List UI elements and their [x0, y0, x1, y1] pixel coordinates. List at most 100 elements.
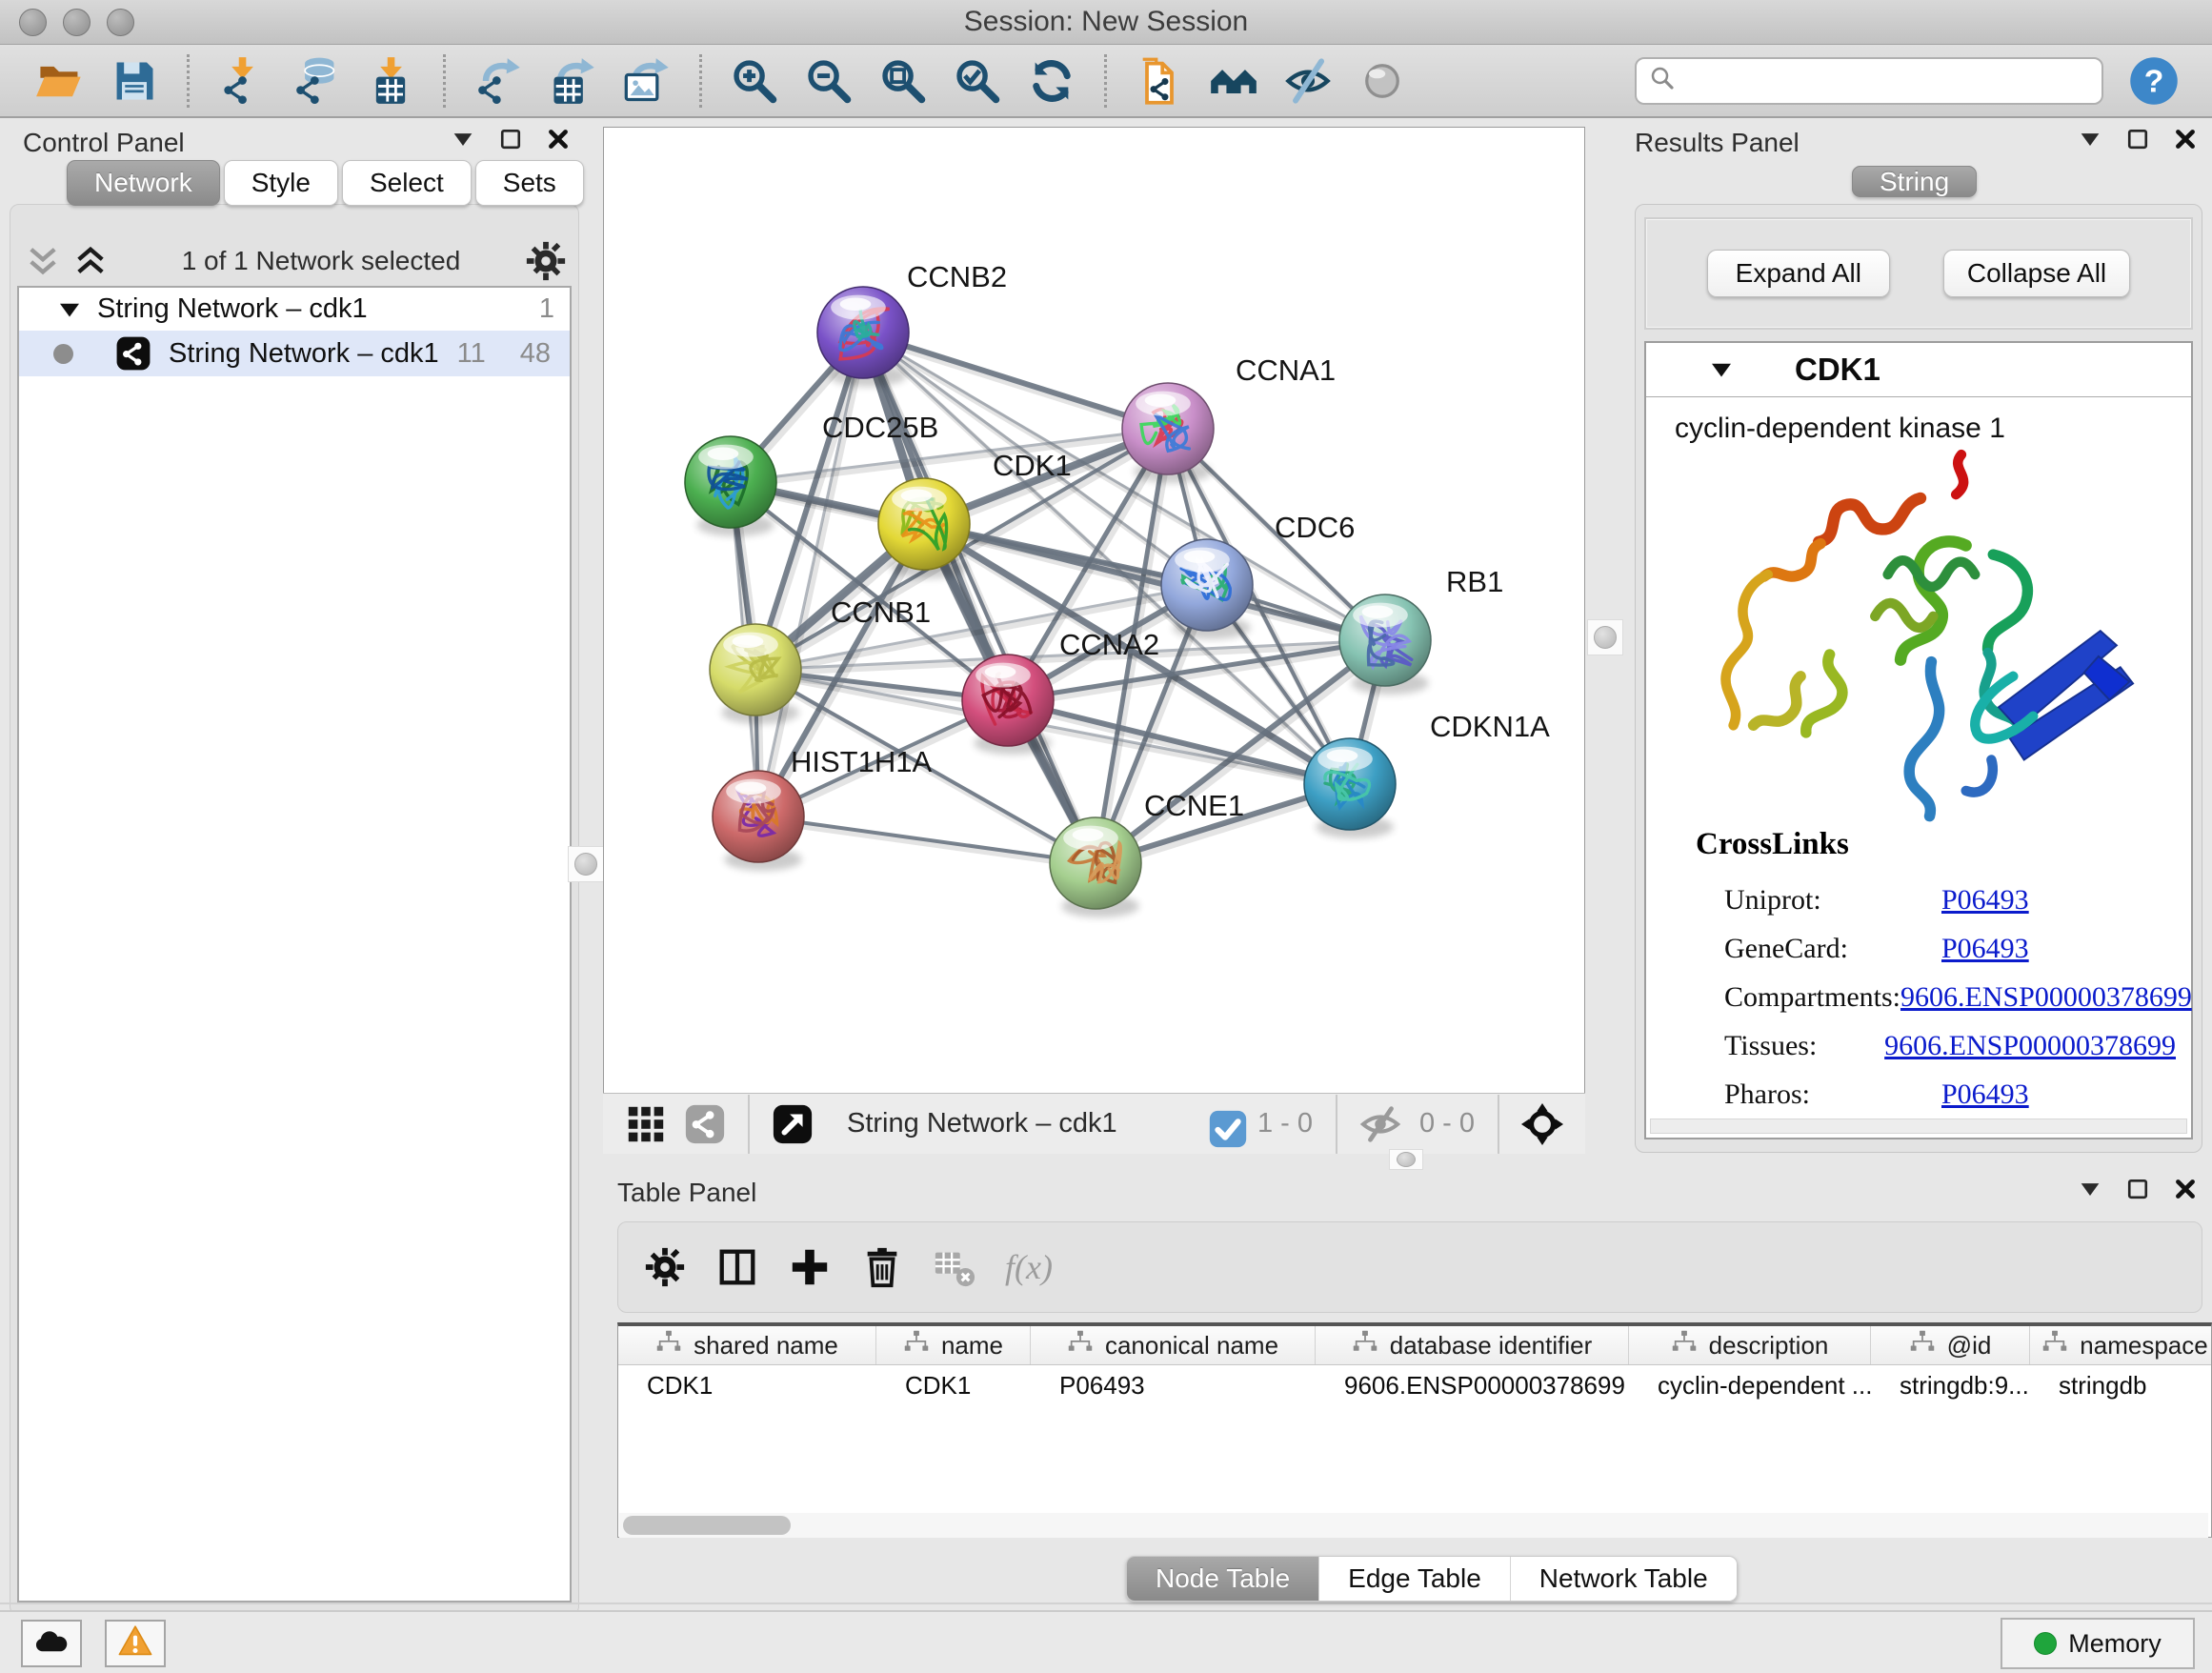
- column-header-shared-name[interactable]: shared name: [618, 1326, 876, 1364]
- import-network-file-icon[interactable]: [214, 53, 270, 109]
- table-hscroll-thumb[interactable]: [623, 1516, 791, 1535]
- table-panel-close-button[interactable]: [2172, 1176, 2199, 1209]
- save-icon[interactable]: [107, 53, 162, 109]
- network-node-CCNB2[interactable]: [817, 287, 909, 387]
- column-header-namespace[interactable]: namespace: [2030, 1326, 2212, 1364]
- results-panel-float-button[interactable]: [2124, 126, 2151, 159]
- network-node-CCNA2[interactable]: [962, 655, 1054, 755]
- protein-structure-image: [1682, 438, 2159, 829]
- warnings-button[interactable]: [105, 1620, 166, 1667]
- tab-select[interactable]: Select: [342, 160, 472, 206]
- hidden-node-edge-counts: 0 - 0: [1419, 1108, 1475, 1139]
- search-input[interactable]: [1684, 65, 2090, 96]
- zoom-out-icon[interactable]: [801, 53, 856, 109]
- table-panel-float-button[interactable]: [2124, 1176, 2151, 1209]
- export-image-icon[interactable]: [619, 53, 674, 109]
- results-panel-menu-caret[interactable]: [2077, 126, 2103, 159]
- hide-eye-icon[interactable]: [1280, 53, 1336, 109]
- close-window-button[interactable]: [19, 9, 47, 36]
- results-panel-close-button[interactable]: [2172, 126, 2199, 159]
- zoom-in-icon[interactable]: [727, 53, 782, 109]
- column-header-description[interactable]: description: [1629, 1326, 1871, 1364]
- network-collection-row[interactable]: String Network – cdk1 1: [19, 288, 570, 331]
- table-delete-icon[interactable]: [860, 1245, 904, 1289]
- table-gear-icon[interactable]: [643, 1245, 687, 1289]
- column-header-database-identifier[interactable]: database identifier: [1316, 1326, 1629, 1364]
- left-splitter-grip[interactable]: [568, 846, 604, 882]
- network-node-CCNA1[interactable]: [1122, 383, 1214, 483]
- search-field[interactable]: [1635, 57, 2103, 105]
- folder-open-icon[interactable]: [32, 53, 88, 109]
- help-button[interactable]: ?: [2128, 55, 2180, 107]
- hidden-eye-icon[interactable]: [1358, 1102, 1402, 1146]
- grid-view-icon[interactable]: [624, 1102, 668, 1146]
- crosslink-value-link[interactable]: P06493: [1941, 1078, 2029, 1111]
- column-header-id[interactable]: @id: [1871, 1326, 2030, 1364]
- collection-expander-icon[interactable]: [55, 295, 84, 324]
- collapse-all-icon[interactable]: [23, 241, 63, 281]
- node-label-HIST1H1A: HIST1H1A: [791, 745, 932, 778]
- crosslink-value-link[interactable]: P06493: [1941, 884, 2029, 917]
- crosslink-value-link[interactable]: 9606.ENSP00000378699: [1884, 1030, 2176, 1062]
- results-hscrollbar[interactable]: [1650, 1119, 2187, 1134]
- tab-sets[interactable]: Sets: [475, 160, 584, 206]
- network-canvas[interactable]: CCNB2CCNA1CDC25BCDK1CDC6RB1CCNB1CCNA2CDK…: [603, 127, 1585, 1094]
- network-node-CDKN1A[interactable]: [1304, 738, 1396, 838]
- cloud-status-button[interactable]: [21, 1620, 82, 1667]
- right-splitter-grip[interactable]: [1587, 619, 1623, 655]
- network-options-gear-icon[interactable]: [524, 239, 568, 283]
- network-node-CCNB1[interactable]: [710, 624, 801, 724]
- gene-expander-icon[interactable]: [1707, 355, 1736, 384]
- export-network-icon[interactable]: [471, 53, 526, 109]
- tab-network[interactable]: Network: [67, 160, 220, 206]
- network-node-CCNE1[interactable]: [1050, 817, 1141, 917]
- selected-checkbox-icon[interactable]: [1206, 1107, 1240, 1141]
- results-tab-string[interactable]: String: [1852, 160, 1977, 204]
- collapse-all-button[interactable]: Collapse All: [1943, 250, 2130, 297]
- network-row[interactable]: String Network – cdk1 11 48: [19, 331, 570, 376]
- crosslink-label: GeneCard:: [1696, 933, 1941, 965]
- table-panel-menu-caret[interactable]: [2077, 1176, 2103, 1209]
- tab-style[interactable]: Style: [224, 160, 338, 206]
- network-node-CDC6[interactable]: [1161, 539, 1253, 639]
- control-panel-float-button[interactable]: [497, 126, 524, 159]
- network-node-CDK1[interactable]: [878, 478, 970, 578]
- crosslink-value-link[interactable]: 9606.ENSP00000378699: [1900, 981, 2192, 1014]
- refresh-icon[interactable]: [1024, 53, 1079, 109]
- import-string-file-icon[interactable]: [1132, 53, 1187, 109]
- crosslink-value-link[interactable]: P06493: [1941, 933, 2029, 965]
- control-panel-close-button[interactable]: [545, 126, 572, 159]
- table-row[interactable]: CDK1CDK1P064939606.ENSP00000378699cyclin…: [618, 1365, 2211, 1405]
- network-node-RB1[interactable]: [1339, 595, 1431, 695]
- export-table-icon[interactable]: [545, 53, 600, 109]
- table-hscrollbar[interactable]: [619, 1513, 2208, 1538]
- column-header-canonical-name[interactable]: canonical name: [1031, 1326, 1316, 1364]
- network-node-HIST1H1A[interactable]: [713, 771, 804, 871]
- eye-icon[interactable]: [1355, 53, 1410, 109]
- table-columns-icon[interactable]: [715, 1245, 759, 1289]
- gene-section-header[interactable]: CDK1: [1646, 343, 2191, 397]
- zoom-selected-icon[interactable]: [950, 53, 1005, 109]
- expand-all-button[interactable]: Expand All: [1707, 250, 1890, 297]
- zoom-fit-icon[interactable]: [875, 53, 931, 109]
- tab-network-table[interactable]: Network Table: [1510, 1557, 1737, 1601]
- column-header-name[interactable]: name: [876, 1326, 1031, 1364]
- zoom-window-button[interactable]: [107, 9, 134, 36]
- node-table[interactable]: shared namenamecanonical namedatabase id…: [617, 1322, 2212, 1538]
- birdseye-target-icon[interactable]: [1520, 1102, 1564, 1146]
- detach-view-icon[interactable]: [771, 1102, 814, 1146]
- control-panel-menu-caret[interactable]: [450, 126, 476, 159]
- search-icon: [1648, 64, 1677, 97]
- minimize-window-button[interactable]: [63, 9, 90, 36]
- tab-edge-table[interactable]: Edge Table: [1318, 1557, 1510, 1601]
- tab-node-table[interactable]: Node Table: [1127, 1557, 1318, 1601]
- bottom-splitter-grip[interactable]: [1389, 1149, 1423, 1170]
- share-view-icon[interactable]: [683, 1102, 727, 1146]
- homes-icon[interactable]: [1206, 53, 1261, 109]
- table-add-icon[interactable]: [788, 1245, 832, 1289]
- memory-button[interactable]: Memory: [2001, 1618, 2195, 1669]
- import-table-icon[interactable]: [363, 53, 418, 109]
- expand-all-icon[interactable]: [70, 241, 111, 281]
- import-network-db-icon[interactable]: [289, 53, 344, 109]
- network-node-CDC25B[interactable]: [685, 436, 776, 536]
